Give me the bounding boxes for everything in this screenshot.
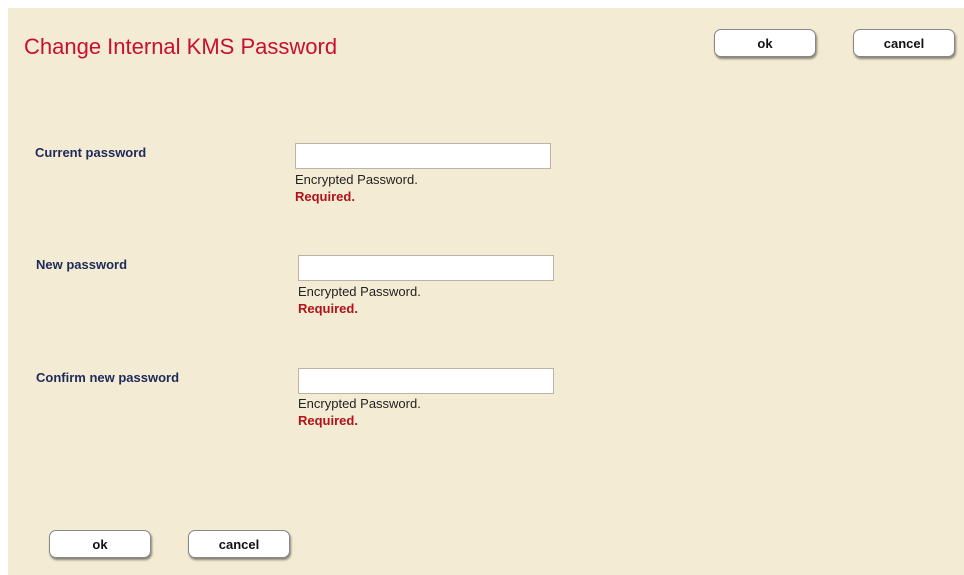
dialog-panel: Change Internal KMS Password ok cancel C… (8, 8, 964, 575)
cancel-button-bottom[interactable]: cancel (188, 530, 290, 558)
page-title: Change Internal KMS Password (24, 34, 338, 59)
current-password-required: Required. (295, 189, 355, 204)
new-password-input[interactable] (298, 255, 554, 281)
current-password-label: Current password (35, 145, 147, 160)
confirm-password-label: Confirm new password (36, 370, 180, 385)
confirm-password-hint: Encrypted Password. (298, 396, 421, 411)
new-password-hint: Encrypted Password. (298, 284, 421, 299)
current-password-input[interactable] (295, 143, 551, 169)
confirm-password-input[interactable] (298, 368, 554, 394)
current-password-hint: Encrypted Password. (295, 172, 418, 187)
new-password-label: New password (36, 257, 128, 272)
ok-button-top[interactable]: ok (714, 29, 816, 57)
new-password-required: Required. (298, 301, 358, 316)
confirm-password-required: Required. (298, 413, 358, 428)
ok-button-bottom[interactable]: ok (49, 530, 151, 558)
cancel-button-top[interactable]: cancel (853, 29, 955, 57)
